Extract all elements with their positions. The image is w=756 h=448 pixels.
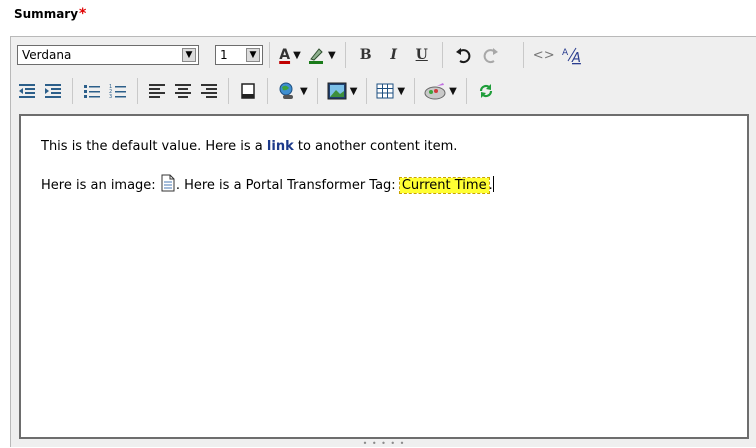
toolbar-separator	[465, 78, 467, 104]
insert-link-button[interactable]: ▼	[277, 79, 308, 103]
code-brackets-icon: <>	[532, 47, 555, 63]
font-family-select[interactable]: Verdana ▼	[17, 45, 199, 65]
highlighter-icon	[309, 48, 323, 64]
font-family-dropdown-arrow-icon[interactable]: ▼	[182, 48, 196, 62]
document-icon[interactable]	[160, 174, 176, 192]
toolbar-separator	[522, 42, 524, 68]
align-left-button[interactable]	[147, 79, 167, 103]
table-icon	[376, 83, 394, 99]
numbered-list-button[interactable]: 1 2 3	[108, 79, 128, 103]
insert-table-button[interactable]: ▼	[376, 79, 405, 103]
content-text: . Here is a Portal Transformer Tag:	[175, 178, 400, 193]
underline-button[interactable]: U	[411, 43, 433, 67]
summary-label-text: Summary	[14, 7, 79, 21]
content-paragraph: This is the default value. Here is a lin…	[41, 138, 727, 156]
palette-icon	[424, 83, 446, 100]
redo-button[interactable]	[480, 43, 502, 67]
editor-content-area[interactable]: This is the default value. Here is a lin…	[19, 114, 749, 439]
toolbar-separator	[137, 78, 138, 104]
undo-button[interactable]	[452, 43, 474, 67]
globe-link-icon	[279, 82, 293, 99]
align-right-button[interactable]	[199, 79, 219, 103]
numbered-list-icon: 1 2 3	[109, 84, 126, 99]
portal-transformer-tag[interactable]: Current Time	[398, 177, 490, 194]
image-icon	[327, 82, 347, 100]
insert-tag-button[interactable]: ▼	[424, 79, 457, 103]
link-dropdown-icon[interactable]: ▼	[300, 86, 308, 97]
svg-text:A: A	[571, 51, 581, 65]
highlight-dropdown-icon[interactable]: ▼	[328, 50, 336, 61]
insert-frame-button[interactable]	[238, 79, 258, 103]
highlight-color-button[interactable]: ▼	[307, 43, 336, 67]
font-size-value: 1	[220, 48, 228, 62]
toolbar-separator	[414, 78, 416, 104]
align-center-icon	[175, 84, 191, 98]
html-source-button[interactable]: <>	[533, 43, 555, 67]
text-cursor	[492, 176, 494, 192]
content-link[interactable]: link	[267, 139, 294, 154]
undo-icon	[455, 48, 471, 64]
redo-icon	[483, 48, 498, 64]
toolbar-separator	[228, 78, 229, 104]
align-center-button[interactable]	[173, 79, 193, 103]
editor-toolbar-bottom: 1 2 3 ▼ ▼ ▼ ▼	[11, 73, 756, 109]
font-family-value: Verdana	[22, 48, 72, 62]
image-dropdown-icon[interactable]: ▼	[350, 86, 358, 97]
font-color-icon: A	[279, 47, 291, 63]
font-size-select[interactable]: 1 ▼	[215, 45, 263, 65]
editor-toolbar-top: Verdana ▼ 1 ▼ A ▼ ▼ B I U <> A A	[11, 37, 756, 73]
content-paragraph: Here is an image: . Here is a Portal Tra…	[41, 174, 727, 195]
bold-button[interactable]: B	[355, 43, 377, 67]
outdent-icon	[19, 84, 35, 98]
refresh-button[interactable]	[476, 79, 496, 103]
content-text: This is the default value. Here is a	[41, 139, 267, 154]
bulleted-list-icon	[84, 85, 100, 98]
indent-button[interactable]	[43, 79, 63, 103]
bulleted-list-button[interactable]	[82, 79, 102, 103]
toolbar-separator	[267, 78, 268, 104]
align-right-icon	[201, 84, 217, 98]
rich-text-editor: Verdana ▼ 1 ▼ A ▼ ▼ B I U <> A A 1 2 3 ▼…	[10, 36, 756, 448]
table-dropdown-icon[interactable]: ▼	[397, 86, 405, 97]
toolbar-separator	[269, 42, 270, 68]
content-text: to another content item.	[293, 139, 458, 154]
font-size-dropdown-arrow-icon[interactable]: ▼	[246, 48, 260, 62]
tag-dropdown-icon[interactable]: ▼	[449, 86, 457, 97]
frame-icon	[241, 83, 255, 99]
toolbar-separator	[441, 42, 443, 68]
svg-text:3: 3	[109, 94, 112, 99]
outdent-button[interactable]	[17, 79, 37, 103]
italic-button[interactable]: I	[383, 43, 405, 67]
toolbar-separator	[344, 42, 346, 68]
align-left-icon	[149, 84, 165, 98]
indent-icon	[45, 84, 61, 98]
font-color-button[interactable]: A ▼	[279, 43, 301, 67]
toolbar-separator	[316, 78, 318, 104]
content-text: Here is an image:	[41, 178, 160, 193]
toolbar-separator	[72, 78, 73, 104]
insert-image-button[interactable]: ▼	[327, 79, 358, 103]
required-marker: *	[79, 6, 87, 22]
toolbar-separator	[366, 78, 368, 104]
spellcheck-icon: A A	[562, 47, 581, 65]
spellcheck-button[interactable]: A A	[561, 43, 583, 67]
summary-field-label: Summary*	[14, 6, 86, 26]
refresh-icon	[479, 84, 492, 98]
font-color-dropdown-icon[interactable]: ▼	[293, 50, 301, 61]
svg-text:A: A	[562, 48, 569, 58]
